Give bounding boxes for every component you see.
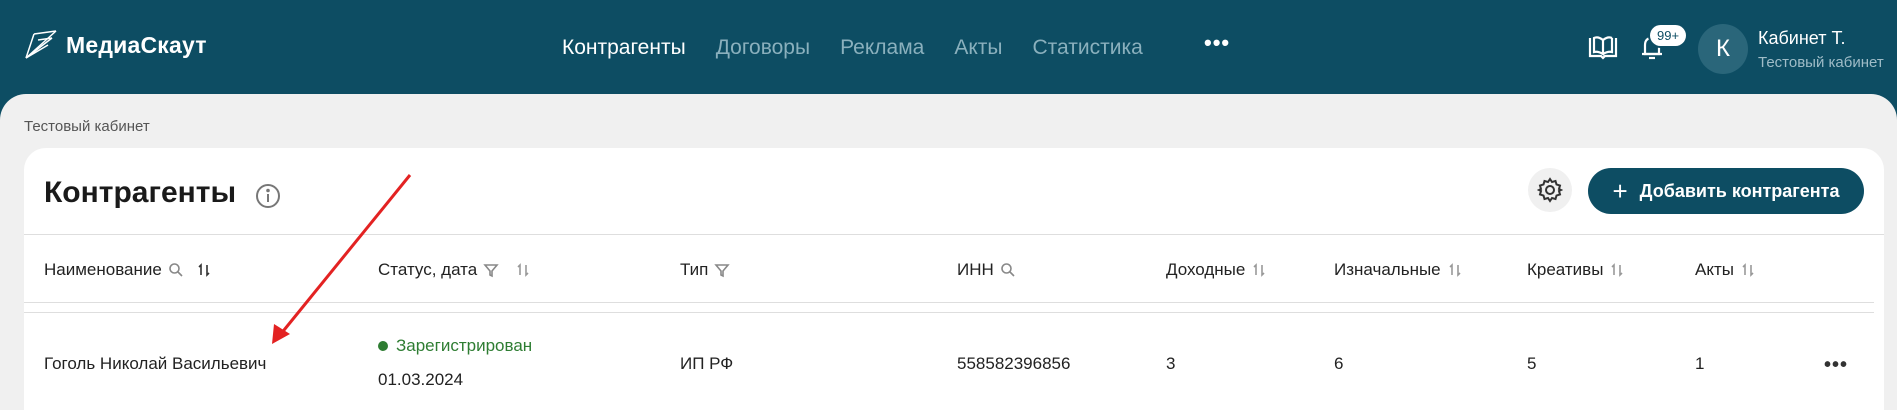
cell-name[interactable]: Гоголь Николай Васильевич: [44, 354, 266, 374]
nav-ads[interactable]: Реклама: [840, 36, 924, 60]
column-header-acts[interactable]: Акты: [1695, 260, 1756, 280]
column-header-type[interactable]: Тип: [680, 260, 731, 280]
settings-button[interactable]: [1528, 168, 1572, 212]
add-counterparty-button[interactable]: + Добавить контрагента: [1588, 168, 1864, 214]
info-icon[interactable]: [254, 182, 282, 210]
column-header-label: Креативы: [1527, 260, 1604, 279]
column-header-label: Тип: [680, 260, 709, 279]
gear-icon: [1537, 177, 1563, 203]
cell-date: 01.03.2024: [378, 370, 464, 389]
column-header-status[interactable]: Статус, дата: [378, 260, 531, 280]
column-header-income[interactable]: Доходные: [1166, 260, 1267, 280]
filter-icon[interactable]: [483, 262, 499, 278]
nav-more-button[interactable]: •••: [1204, 30, 1230, 56]
account-subtitle: Тестовый кабинет: [1758, 54, 1884, 71]
cell-income[interactable]: 3: [1166, 354, 1175, 374]
nav-contracts[interactable]: Договоры: [716, 36, 810, 60]
book-icon[interactable]: [1588, 34, 1618, 60]
app-name: МедиаСкаут: [66, 31, 207, 58]
divider: [24, 312, 1874, 313]
counterparties-card: Контрагенты + Добавить контрагента Наиме…: [24, 148, 1884, 410]
nav-statistics[interactable]: Статистика: [1032, 36, 1142, 60]
divider: [24, 302, 1874, 303]
cell-inn: 558582396856: [957, 354, 1071, 373]
app-logo[interactable]: МедиаСкаут: [24, 28, 207, 62]
logo-icon: [25, 30, 57, 59]
column-header-label: Наименование: [44, 260, 162, 279]
column-header-creatives[interactable]: Креативы: [1527, 260, 1625, 280]
top-bar: МедиаСкаут Контрагенты Договоры Реклама …: [0, 0, 1897, 94]
column-header-label: Статус, дата: [378, 260, 478, 279]
sort-icon[interactable]: [1609, 262, 1625, 278]
sort-icon[interactable]: [196, 262, 212, 278]
sort-icon[interactable]: [515, 262, 531, 278]
divider: [24, 234, 1884, 235]
column-header-inn[interactable]: ИНН: [957, 260, 1016, 280]
sort-icon[interactable]: [1447, 262, 1463, 278]
cell-type: ИП РФ: [680, 354, 734, 373]
main-content: Тестовый кабинет Контрагенты + Добавить …: [0, 94, 1897, 410]
avatar[interactable]: К: [1698, 24, 1748, 74]
plus-icon: +: [1612, 176, 1628, 206]
account-name[interactable]: Кабинет Т.: [1758, 28, 1845, 49]
breadcrumb[interactable]: Тестовый кабинет: [24, 118, 150, 135]
status-text: Зарегистрирован: [396, 336, 533, 355]
cell-acts[interactable]: 1: [1695, 354, 1704, 374]
nav-acts[interactable]: Акты: [954, 36, 1002, 60]
page-title: Контрагенты: [44, 176, 237, 209]
status-dot-icon: [378, 341, 388, 351]
notifications-badge[interactable]: 99+: [1650, 25, 1687, 46]
cell-creatives[interactable]: 5: [1527, 354, 1536, 374]
nav-counterparties[interactable]: Контрагенты: [562, 36, 686, 60]
cell-initial[interactable]: 6: [1334, 354, 1343, 374]
column-header-label: Акты: [1695, 260, 1734, 279]
filter-icon[interactable]: [714, 262, 731, 278]
add-counterparty-label: Добавить контрагента: [1639, 180, 1840, 201]
row-more-icon[interactable]: •••: [1824, 354, 1848, 377]
sort-icon[interactable]: [1251, 262, 1267, 278]
main-nav: Контрагенты Договоры Реклама Акты Статис…: [562, 36, 1143, 60]
column-header-label: ИНН: [957, 260, 994, 279]
column-header-name[interactable]: Наименование: [44, 260, 212, 280]
column-header-initial[interactable]: Изначальные: [1334, 260, 1463, 280]
column-header-label: Доходные: [1166, 260, 1246, 279]
sort-icon[interactable]: [1740, 262, 1756, 278]
search-icon[interactable]: [1000, 262, 1016, 278]
status-badge: Зарегистрирован: [378, 336, 532, 356]
column-header-label: Изначальные: [1334, 260, 1441, 279]
search-icon[interactable]: [168, 262, 184, 278]
